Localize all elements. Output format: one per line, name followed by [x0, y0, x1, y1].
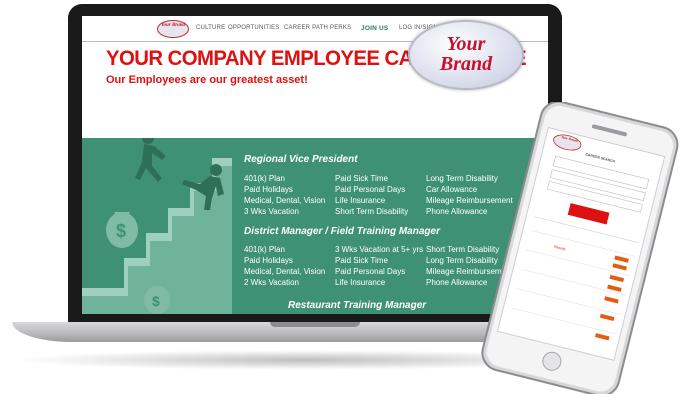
benefits-column: 401(k) Plan Paid Holidays Medical, Denta…	[244, 173, 325, 217]
benefit-item: 401(k) Plan	[244, 245, 285, 254]
page-subtitle: Our Employees are our greatest asset!	[106, 74, 308, 86]
benefit-item: 3 Wks Vacation	[244, 207, 299, 216]
brand-logo-line2: Brand	[439, 53, 493, 75]
benefit-item: Paid Holidays	[244, 185, 293, 194]
brand-logo: Your Brand	[408, 20, 524, 90]
benefit-item: Life Insurance	[335, 278, 386, 287]
benefit-item: 3 Wks Vacation at 5+ yrs	[335, 245, 424, 254]
svg-text:$: $	[152, 293, 160, 309]
nav-item-career-path[interactable]: CAREER PATH	[284, 25, 328, 31]
position-block: Restaurant Training Manager	[288, 300, 488, 311]
benefit-item: 2 Wks Vacation	[244, 278, 299, 287]
benefits-column: Paid Sick Time Paid Personal Days Life I…	[335, 173, 408, 217]
money-bag-icon: $	[106, 212, 138, 248]
nav-logo-text: Your Brand	[160, 23, 186, 28]
svg-text:$: $	[116, 221, 126, 241]
money-bag-icon: $	[144, 286, 170, 314]
benefit-item: Short Term Disability	[335, 207, 409, 216]
climbing-figures-icon	[135, 138, 224, 210]
nav-item-join-us[interactable]: JOIN US	[361, 25, 388, 32]
benefits-column: 3 Wks Vacation at 5+ yrs Paid Sick Time …	[335, 244, 423, 288]
benefit-item: 401(k) Plan	[244, 174, 285, 183]
benefits-column: 401(k) Plan Paid Holidays Medical, Denta…	[244, 244, 325, 288]
position-title: Restaurant Training Manager	[288, 300, 427, 311]
nav-logo[interactable]: Your Brand	[157, 20, 189, 38]
benefit-item: Medical, Dental, Vision	[244, 196, 326, 205]
benefit-item: Paid Holidays	[244, 256, 293, 265]
benefit-item: Paid Personal Days	[335, 185, 406, 194]
brand-logo-line1: Your	[446, 33, 486, 55]
laptop-notch	[270, 322, 360, 327]
benefit-item: Paid Sick Time	[335, 174, 388, 183]
nav-item-perks[interactable]: PERKS	[330, 25, 351, 31]
nav-item-culture[interactable]: CULTURE	[196, 25, 225, 31]
benefit-item: Life Insurance	[335, 196, 386, 205]
benefit-item: Paid Personal Days	[335, 267, 406, 276]
nav-item-opportunities[interactable]: OPPORTUNITIES	[228, 25, 280, 31]
stairs-illustration: $ $	[82, 138, 232, 314]
phone-device	[481, 102, 679, 394]
benefit-item: Paid Sick Time	[335, 256, 388, 265]
benefit-item: Medical, Dental, Vision	[244, 267, 326, 276]
